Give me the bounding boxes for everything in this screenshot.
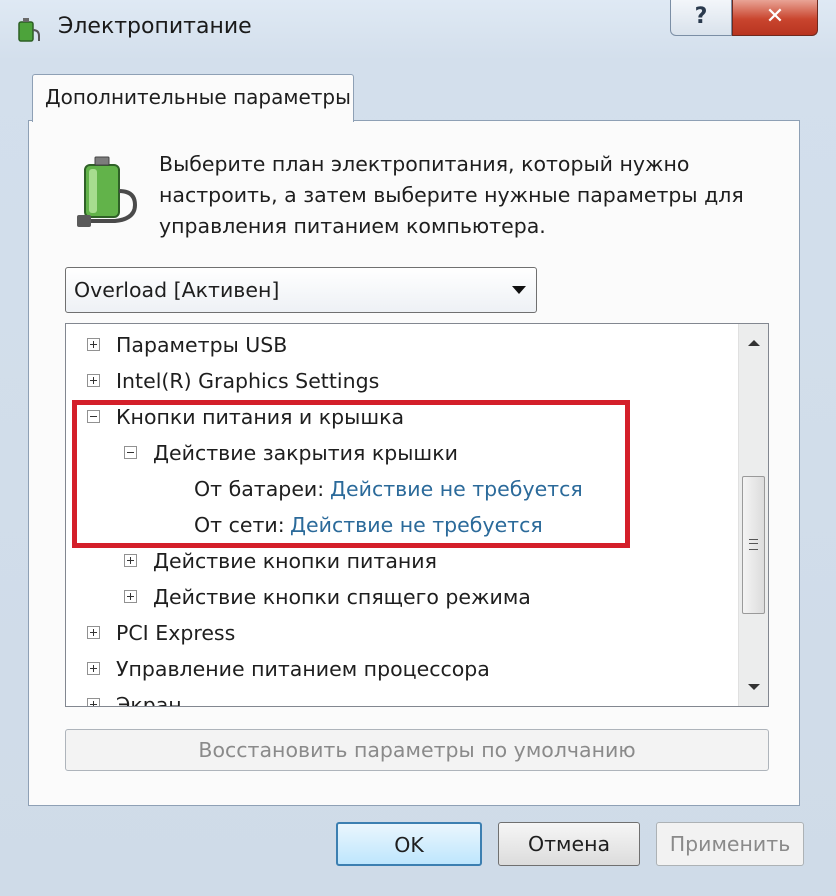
power-options-window: Электропитание ? ✕ Дополнительные параме… <box>0 0 836 896</box>
tab-advanced-settings[interactable]: Дополнительные параметры <box>32 74 354 122</box>
close-button[interactable]: ✕ <box>732 0 818 36</box>
scroll-thumb[interactable] <box>742 476 765 614</box>
expand-plus-icon[interactable] <box>87 374 100 387</box>
description-text: Выберите план электропитания, который ну… <box>159 152 744 238</box>
scroll-up-arrow-icon[interactable] <box>748 340 760 346</box>
expand-plus-icon[interactable] <box>87 338 100 351</box>
window-title: Электропитание <box>58 14 252 39</box>
expand-plus-icon[interactable] <box>124 590 137 603</box>
ok-button[interactable]: OK <box>336 822 482 866</box>
power-options-icon <box>18 18 40 42</box>
battery-plug-icon <box>77 156 138 227</box>
tree-scrollbar[interactable] <box>738 324 768 706</box>
restore-defaults-button[interactable]: Восстановить параметры по умолчанию <box>65 729 769 771</box>
grip-icon <box>749 539 758 550</box>
title-bar[interactable]: Электропитание ? ✕ <box>0 0 836 58</box>
expand-plus-icon[interactable] <box>124 554 137 567</box>
chevron-down-icon[interactable] <box>512 286 526 294</box>
cancel-button[interactable]: Отмена <box>498 822 640 866</box>
apply-button[interactable]: Применить <box>656 822 804 866</box>
expand-plus-icon[interactable] <box>87 698 100 706</box>
power-plan-value: Overload [Активен] <box>74 278 280 302</box>
power-plan-select[interactable]: Overload [Активен] <box>65 267 537 313</box>
expand-plus-icon[interactable] <box>87 662 100 675</box>
expand-plus-icon[interactable] <box>87 626 100 639</box>
help-button[interactable]: ? <box>670 0 732 36</box>
annotation-highlight-box <box>72 400 630 548</box>
scroll-down-arrow-icon[interactable] <box>748 684 760 690</box>
